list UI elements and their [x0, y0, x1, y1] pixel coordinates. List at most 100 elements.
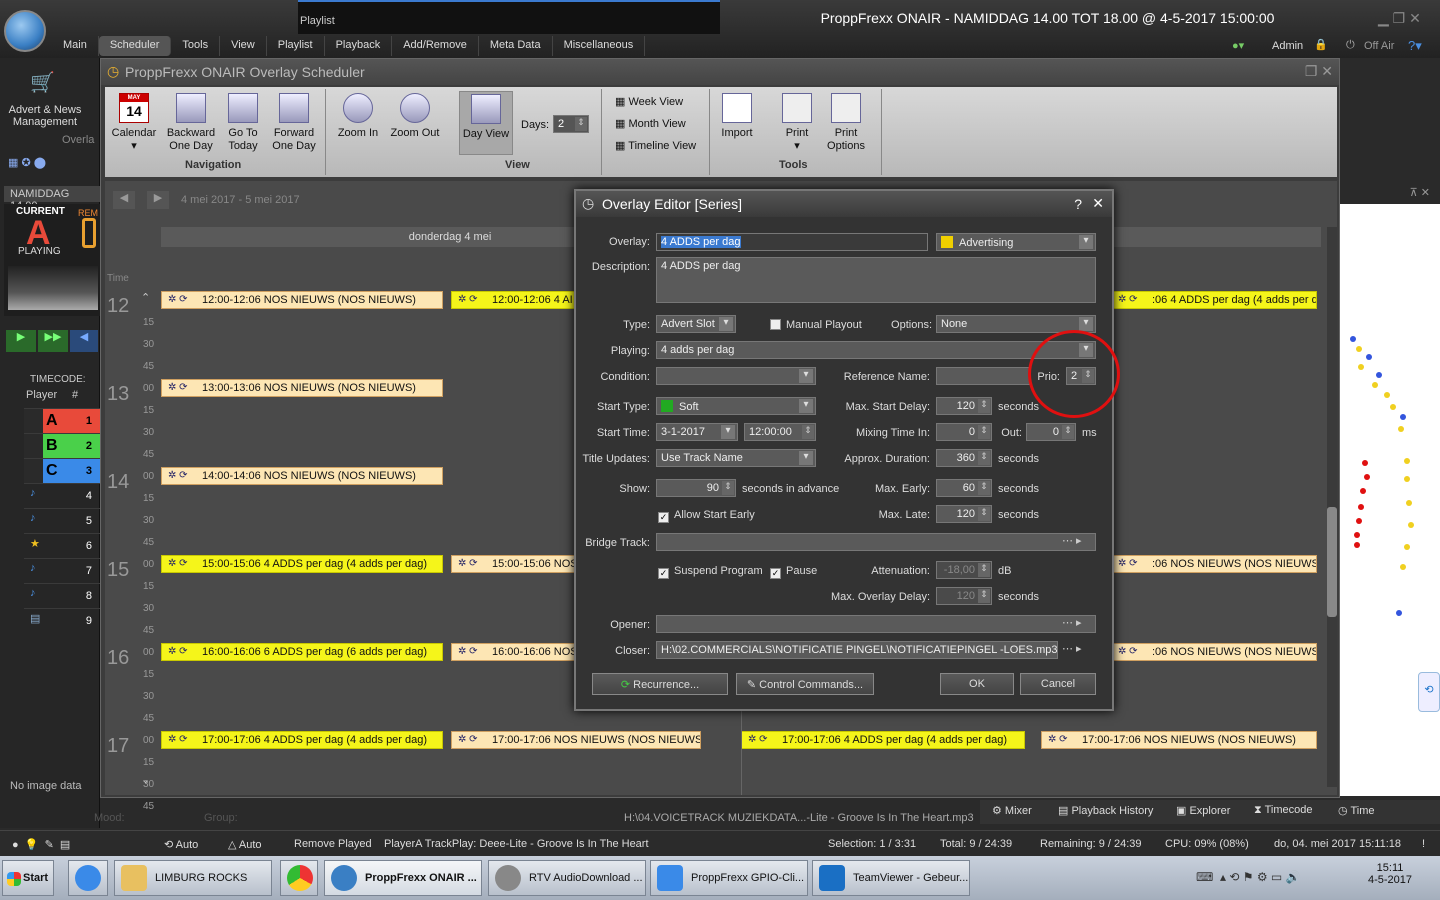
opener-input[interactable] [656, 615, 1096, 633]
remove-played-toggle[interactable]: Remove Played [294, 838, 372, 850]
import-button[interactable]: Import [717, 91, 757, 140]
start-date-picker[interactable]: 3-1-2017 [656, 423, 738, 441]
schedule-event[interactable]: ✲ ⟳ 15:00-15:06 NOS [451, 555, 577, 573]
closer-input[interactable]: H:\02.COMMERCIALS\NOTIFICATIE PINGEL\NOT… [656, 641, 1058, 659]
day-view-button[interactable]: Day View [459, 91, 513, 155]
schedule-event[interactable]: ✲ ⟳:06 4 ADDS per dag (4 adds per dag) [1111, 291, 1317, 309]
schedule-event[interactable]: ✲ ⟳ 12:00-12:06 NOS NIEUWS (NOS NIEUWS) [161, 291, 443, 309]
taskbar-item-rtv[interactable]: RTV AudioDownload ... [488, 860, 646, 896]
month-view-button[interactable]: ▦ Month View [615, 117, 686, 130]
close-icon[interactable]: ❐ ✕ [1305, 63, 1333, 80]
close-icon[interactable]: ✕ [1092, 195, 1104, 212]
player-slot[interactable]: ▤ 9 [24, 608, 100, 633]
zoom-in-button[interactable]: Zoom In [333, 91, 383, 140]
schedule-event[interactable]: ✲ ⟳ 15:00-15:06 4 ADDS per dag (4 adds pe… [161, 555, 443, 573]
rewind-icon[interactable]: ◀ [70, 330, 98, 352]
player-row-b[interactable]: B2 [24, 433, 100, 458]
user-icon[interactable]: ●▾ [1232, 39, 1244, 52]
auto-toggle-2[interactable]: △ Auto [228, 838, 262, 851]
menu-playback[interactable]: Playback [325, 36, 393, 56]
go-to-today-button[interactable]: Go To Today [221, 91, 265, 153]
manual-playout-checkbox[interactable]: Manual Playout [770, 319, 862, 331]
chrome-button[interactable] [280, 860, 318, 896]
advert-news-label[interactable]: Advert & News Management [4, 104, 86, 128]
forward-one-day-button[interactable]: Forward One Day [269, 91, 319, 153]
mixing-out-stepper[interactable]: 0 [1026, 423, 1076, 441]
menu-meta-data[interactable]: Meta Data [479, 36, 553, 56]
browse-icon[interactable]: ⋯ ▸ [1062, 534, 1082, 547]
playlist-tab[interactable]: Playlist [298, 0, 720, 34]
type-select[interactable]: Advert Slot [656, 315, 736, 333]
cancel-button[interactable]: Cancel [1020, 673, 1096, 695]
scroll-up-icon[interactable]: ⌃ [141, 291, 150, 304]
allow-start-early-checkbox[interactable]: ✓ Allow Start Early [658, 509, 755, 523]
title-updates-select[interactable]: Use Track Name [656, 449, 816, 467]
menu-add-remove[interactable]: Add/Remove [392, 36, 479, 56]
schedule-event[interactable]: ✲ ⟳ 16:00-16:06 6 ADDS per dag (6 adds pe… [161, 643, 443, 661]
player-row-a[interactable]: A1 [24, 408, 100, 433]
print-button[interactable]: Print ▾ [779, 91, 815, 153]
max-early-stepper[interactable]: 60 [936, 479, 992, 497]
lock-icon[interactable]: 🔒 [1314, 38, 1328, 51]
bridge-track-input[interactable] [656, 533, 1096, 551]
player-slot[interactable]: ★ 6 [24, 533, 100, 558]
print-options-button[interactable]: Print Options [821, 91, 871, 153]
show-stepper[interactable]: 90 [656, 479, 736, 497]
description-textarea[interactable]: 4 ADDS per dag [656, 257, 1096, 303]
browse-icon[interactable]: ⋯ ▸ [1062, 642, 1082, 655]
play-icon[interactable]: ▶ [6, 330, 36, 352]
taskbar-item-gpio[interactable]: ProppFrexx GPIO-Cli... [650, 860, 808, 896]
tab-mixer[interactable]: ⚙ Mixer [992, 804, 1032, 817]
mixing-in-stepper[interactable]: 0 [936, 423, 992, 441]
app-logo-icon[interactable] [4, 10, 46, 52]
player-slot[interactable]: ♪ 5 [24, 508, 100, 533]
zoom-out-button[interactable]: Zoom Out [387, 91, 443, 140]
window-controls[interactable]: ▁ ❐ ✕ [1378, 10, 1421, 27]
condition-select[interactable] [656, 367, 816, 385]
quick-icons[interactable]: ▦ ✪ ⬤ [8, 156, 98, 172]
alert-indicator[interactable]: ! [1422, 838, 1425, 850]
suspend-program-checkbox[interactable]: ✓ Suspend Program [658, 565, 763, 579]
teamviewer-icon[interactable]: ⟲ [1418, 672, 1440, 712]
tray-icons[interactable]: ⌨ ▴ ⟲ ⚑ ⚙ ▭ 🔊 [1196, 870, 1301, 884]
taskbar-item-limburg[interactable]: LIMBURG ROCKS [114, 860, 272, 896]
menu-playlist[interactable]: Playlist [267, 36, 325, 56]
advert-icon[interactable]: 🛒 [30, 70, 60, 100]
schedule-event[interactable]: ✲ ⟳ 17:00-17:06 NOS NIEUWS (NOS NIEUWS) [451, 731, 701, 749]
menu-main[interactable]: Main [52, 36, 99, 56]
power-icon[interactable]: ⏻ [1346, 39, 1355, 52]
control-commands-button[interactable]: ✎ Control Commands... [736, 673, 874, 695]
help-icon[interactable]: ?▾ [1408, 38, 1422, 54]
scrollbar[interactable] [1327, 227, 1337, 787]
recurrence-button[interactable]: ⟳ Recurrence... [592, 673, 728, 695]
tab-playback-history[interactable]: ▤ Playback History [1058, 804, 1153, 817]
tab-timecode[interactable]: ⧗ Timecode [1254, 804, 1312, 817]
menu-view[interactable]: View [220, 36, 267, 56]
player-slot[interactable]: ♪ 7 [24, 558, 100, 583]
start-time-stepper[interactable]: 12:00:00 [744, 423, 816, 441]
taskbar-item-teamviewer[interactable]: TeamViewer - Gebeur... [812, 860, 970, 896]
schedule-event[interactable]: ✲ ⟳ 17:00-17:06 4 ADDS per dag (4 adds pe… [161, 731, 443, 749]
player-row-c[interactable]: C3 [24, 458, 100, 483]
taskbar-item-proppfrexx[interactable]: ProppFrexx ONAIR ... [324, 860, 482, 896]
auto-toggle-1[interactable]: ⟲ Auto [164, 838, 198, 851]
browse-icon[interactable]: ⋯ ▸ [1062, 616, 1082, 629]
start-type-select[interactable]: Soft [656, 397, 816, 415]
max-late-stepper[interactable]: 120 [936, 505, 992, 523]
max-overlay-delay-stepper[interactable]: 120 [936, 587, 992, 605]
help-icon[interactable]: ? [1074, 196, 1082, 212]
pause-checkbox[interactable]: ✓ Pause [770, 565, 817, 579]
schedule-event[interactable]: ✲ ⟳ 14:00-14:06 NOS NIEUWS (NOS NIEUWS) [161, 467, 443, 485]
next-arrow-icon[interactable]: ▶ [147, 191, 169, 209]
status-icons[interactable]: ● 💡 ✎ ▤ [12, 838, 70, 851]
menu-tools[interactable]: Tools [171, 36, 221, 56]
week-view-button[interactable]: ▦ Week View [615, 95, 683, 108]
pin-close-icon[interactable]: ⊼ ✕ [1340, 186, 1440, 204]
schedule-event[interactable]: ✲ ⟳:06 NOS NIEUWS (NOS NIEUWS) [1111, 555, 1317, 573]
tray-clock[interactable]: 15:11 4-5-2017 [1368, 862, 1412, 886]
schedule-event[interactable]: ✲ ⟳ 17:00-17:06 NOS NIEUWS (NOS NIEUWS) [1041, 731, 1317, 749]
menu-scheduler[interactable]: Scheduler [98, 36, 172, 56]
reference-name-input[interactable] [936, 367, 1030, 385]
timeline-view-button[interactable]: ▦ Timeline View [615, 139, 696, 152]
tab-explorer[interactable]: ▣ Explorer [1176, 804, 1230, 817]
